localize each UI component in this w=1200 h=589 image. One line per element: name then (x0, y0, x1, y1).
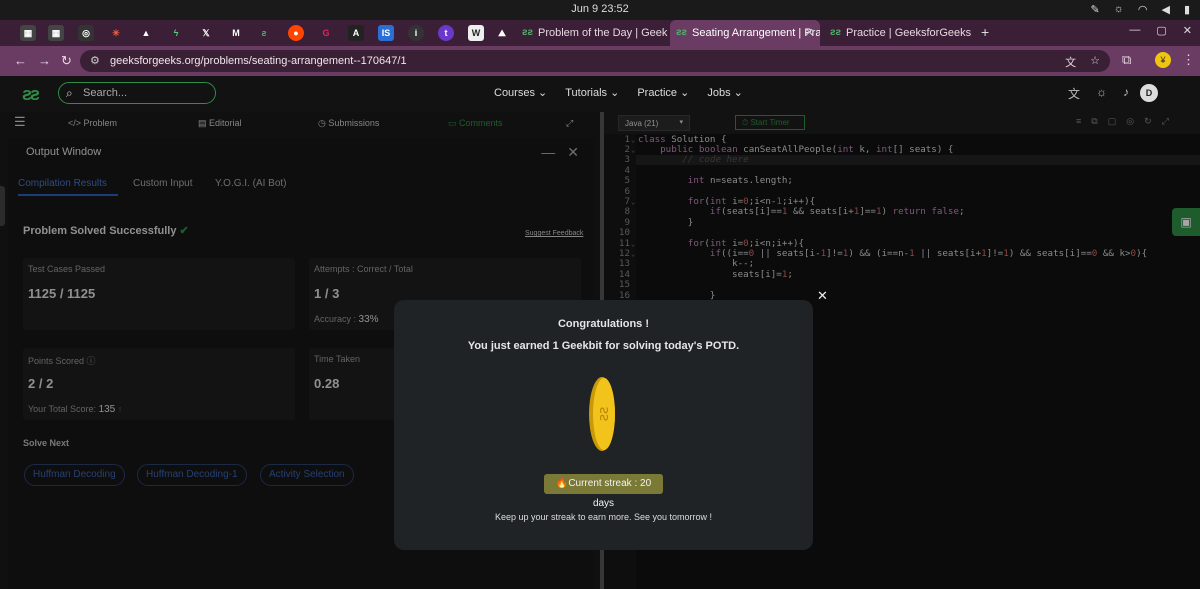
nav-tutorials[interactable]: Tutorials ⌄ (565, 86, 619, 99)
pinned-tab-is-icon[interactable]: IS (378, 25, 394, 41)
volume-icon[interactable]: ◀ (1161, 3, 1169, 16)
pinned-tab-w-icon[interactable]: W (468, 25, 484, 41)
modal-close-icon[interactable]: ✕ (817, 288, 828, 304)
theme-sun-icon[interactable]: ☼ (1096, 85, 1107, 102)
browser-address-bar: ← → ↻ ⚙ geeksforgeeks.org/problems/seati… (0, 46, 1200, 76)
menu-kebab-icon[interactable]: ⋮ (1182, 52, 1195, 68)
search-icon: ⌕ (66, 86, 73, 100)
system-clock[interactable]: Jun 9 23:52 (0, 3, 1200, 15)
pinned-tab-triangle-icon[interactable]: ▲ (138, 25, 154, 41)
pen-icon[interactable]: ✎ (1091, 3, 1100, 16)
close-tab-icon[interactable]: ✕ (805, 20, 814, 46)
new-tab-plus-icon[interactable]: + (981, 24, 989, 40)
url-bar[interactable]: ⚙ geeksforgeeks.org/problems/seating-arr… (80, 50, 1110, 72)
tab-seating-arrangement[interactable]: ƨƨ Seating Arrangement | Pra ✕ (670, 20, 820, 46)
close-window-icon[interactable]: ✕ (1183, 24, 1192, 37)
main-nav: Courses ⌄ Tutorials ⌄ Practice ⌄ Jobs ⌄ (494, 86, 743, 99)
os-top-bar: Jun 9 23:52 ✎ ☼ ◠ ◀ ▮ (0, 0, 1200, 20)
back-arrow-icon[interactable]: ← (14, 53, 27, 68)
pinned-tab-bolt-icon[interactable]: ϟ (168, 25, 184, 41)
pinned-tab-mountain-icon[interactable]: ⛰ (494, 25, 510, 41)
browser-tab-strip: ▦ ▦ ◎ ✳ ▲ ϟ 𝕏 M ƨ ● G A IS i t W ⛰ ƨƨ Pr… (0, 20, 1200, 46)
profile-avatar[interactable]: ¥ (1155, 52, 1171, 68)
bookmark-star-icon[interactable]: ☆ (1090, 54, 1100, 70)
reload-icon[interactable]: ↻ (61, 53, 72, 69)
nav-jobs[interactable]: Jobs ⌄ (707, 86, 743, 99)
extensions-puzzle-icon[interactable]: ⧉ (1122, 52, 1131, 68)
svg-text:ƨƨ: ƨƨ (596, 407, 612, 422)
system-tray[interactable]: ✎ ☼ ◠ ◀ ▮ (1091, 3, 1190, 16)
tab-practice[interactable]: ƨƨ Practice | GeeksforGeeks (824, 20, 976, 46)
brightness-icon[interactable]: ☼ (1114, 3, 1124, 16)
pinned-tab-gfg-icon[interactable]: ƨ (256, 25, 272, 41)
fire-icon: 🔥 (555, 478, 569, 489)
search-input[interactable]: ⌕ Search... (58, 82, 216, 104)
notification-bell-icon[interactable]: ♪ (1123, 85, 1129, 102)
minimize-icon[interactable]: — (1129, 24, 1140, 37)
pinned-tab-g-icon[interactable]: G (318, 25, 334, 41)
user-avatar[interactable]: D (1140, 84, 1158, 102)
window-controls: — ▢ ✕ (1129, 24, 1192, 37)
site-info-icon[interactable]: ⚙ (90, 54, 100, 67)
geekbit-coin-icon: ƨƨ (589, 377, 615, 451)
maximize-icon[interactable]: ▢ (1156, 24, 1166, 37)
translate-icon[interactable]: 文 (1065, 54, 1076, 70)
pinned-tab-grid-icon[interactable]: ▦ (48, 25, 64, 41)
pinned-tab-medium-icon[interactable]: M (228, 25, 244, 41)
pinned-tab-reddit-icon[interactable]: ● (288, 25, 304, 41)
modal-subtitle: You just earned 1 Geekbit for solving to… (467, 340, 740, 352)
tab-problem-of-the-day[interactable]: ƨƨ Problem of the Day | Geek (516, 20, 668, 46)
gfg-icon: ƨƨ (676, 27, 688, 38)
pinned-tab-info-icon[interactable]: i (408, 25, 424, 41)
translate-icon[interactable]: 文 (1068, 85, 1080, 102)
nav-courses[interactable]: Courses ⌄ (494, 86, 547, 99)
battery-icon[interactable]: ▮ (1184, 3, 1190, 16)
gfg-icon: ƨƨ (522, 27, 534, 38)
modal-footer-text: Keep up your streak to earn more. See yo… (494, 512, 713, 522)
pinned-tab-t-icon[interactable]: t (438, 25, 454, 41)
gfg-logo-icon[interactable]: ƨƨ (22, 84, 40, 105)
url-text[interactable]: geeksforgeeks.org/problems/seating-arran… (110, 55, 407, 67)
gfg-icon: ƨƨ (830, 27, 842, 38)
pinned-tab-a-icon[interactable]: A (348, 25, 364, 41)
nav-practice[interactable]: Practice ⌄ (637, 86, 689, 99)
gfg-header: ƨƨ ⌕ Search... Courses ⌄ Tutorials ⌄ Pra… (0, 76, 1200, 112)
streak-badge: 🔥Current streak : 20 days (544, 474, 663, 509)
forward-arrow-icon[interactable]: → (38, 53, 51, 68)
pinned-tab-chatgpt-icon[interactable]: ◎ (78, 25, 94, 41)
pinned-tab-grid-icon[interactable]: ▦ (20, 25, 36, 41)
congratulations-modal: Congratulations ! You just earned 1 Geek… (394, 300, 813, 550)
modal-title: Congratulations ! (557, 318, 650, 330)
pinned-tab-x-icon[interactable]: 𝕏 (198, 25, 214, 41)
pinned-tab-star-icon[interactable]: ✳ (108, 25, 124, 41)
wifi-icon[interactable]: ◠ (1138, 3, 1148, 16)
